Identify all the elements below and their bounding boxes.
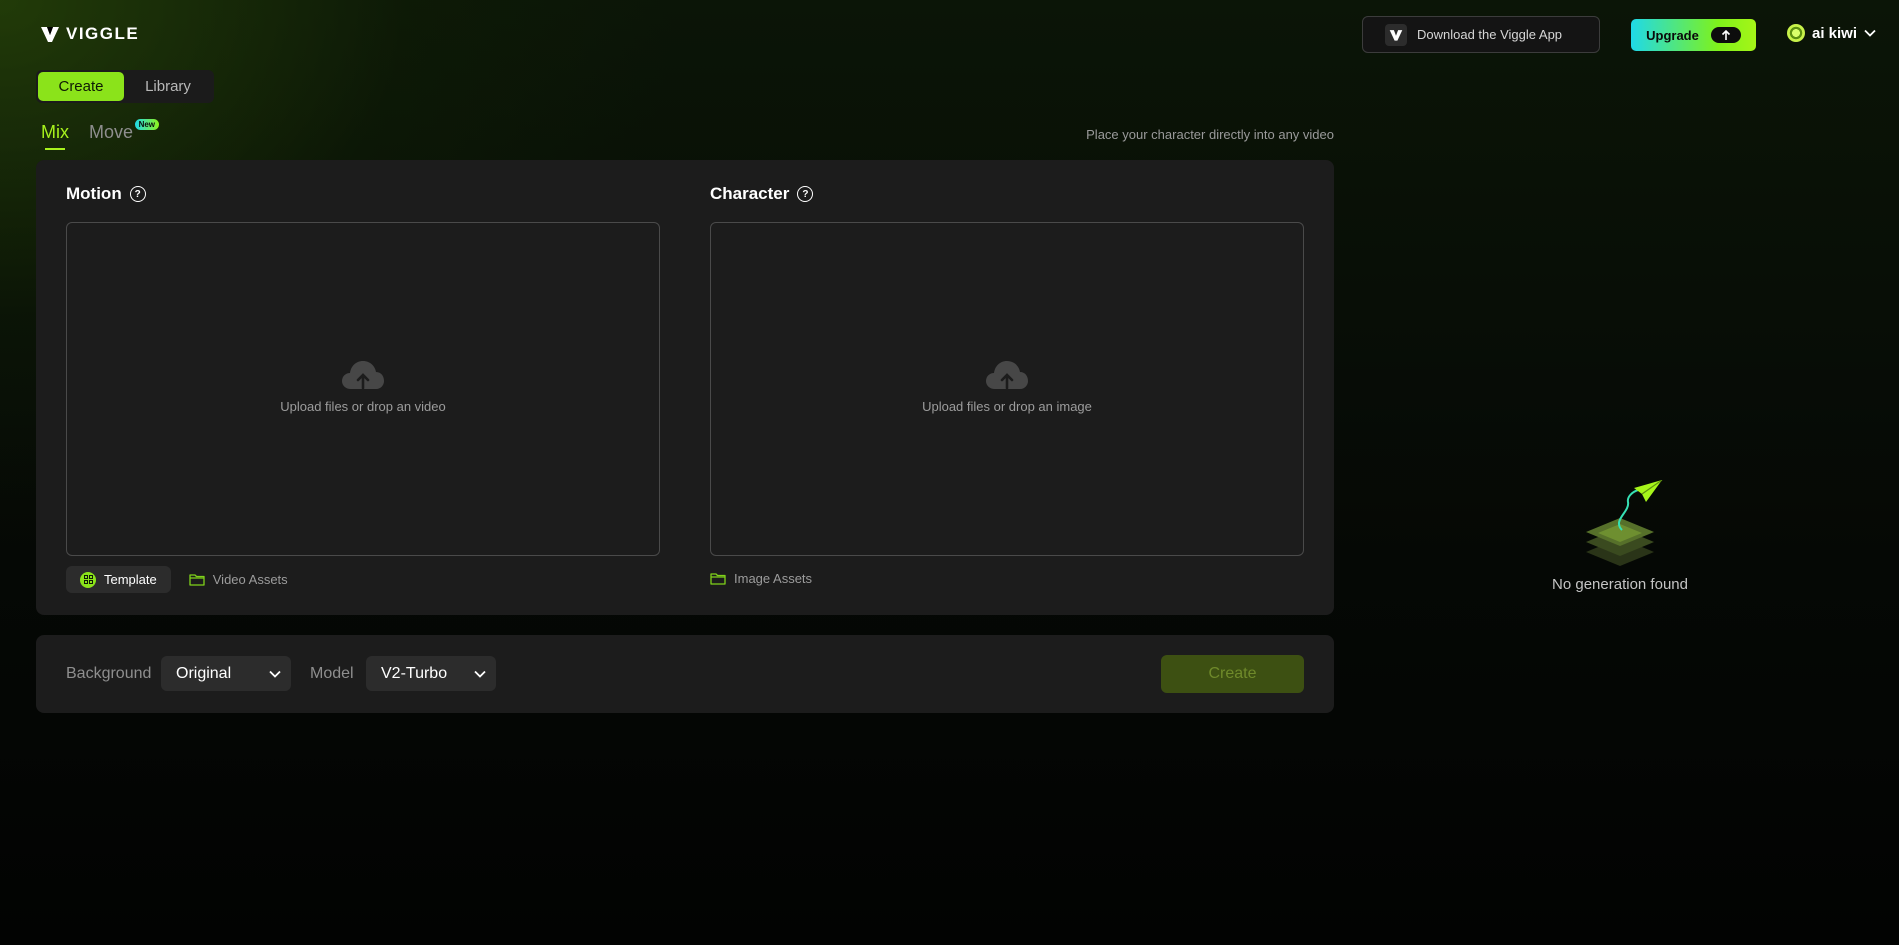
empty-state-text: No generation found <box>1552 576 1688 593</box>
character-assets-row: Image Assets <box>710 571 812 586</box>
chevron-down-icon <box>474 670 486 678</box>
template-label: Template <box>104 572 157 587</box>
motion-assets-row: Template Video Assets <box>66 566 288 593</box>
tab-create[interactable]: Create <box>38 72 124 101</box>
tab-move[interactable]: Move New <box>89 119 160 143</box>
empty-generations: No generation found <box>1530 480 1710 593</box>
download-app-label: Download the Viggle App <box>1417 27 1563 42</box>
viggle-app-icon <box>1385 23 1407 46</box>
model-label: Model <box>310 665 354 682</box>
mode-description: Place your character directly into any v… <box>1086 127 1334 142</box>
upgrade-label: Upgrade <box>1646 27 1699 43</box>
tab-move-label: Move <box>89 122 134 142</box>
mode-tabs: Mix Move New <box>41 119 160 150</box>
tab-mix-label: Mix <box>41 122 69 142</box>
create-button[interactable]: Create <box>1161 655 1304 693</box>
cloud-upload-icon <box>342 361 384 390</box>
cloud-upload-icon <box>986 361 1028 390</box>
character-upload-dropzone[interactable]: Upload files or drop an image <box>710 222 1304 556</box>
generation-settings-bar: Background Original Model V2-Turbo Creat… <box>36 635 1334 713</box>
background-select[interactable]: Original <box>161 656 291 691</box>
create-library-toggle: Create Library <box>36 70 214 103</box>
video-assets-link[interactable]: Video Assets <box>189 572 288 587</box>
brand-name: VIGGLE <box>66 24 140 43</box>
background-label: Background <box>66 665 152 682</box>
upload-panel: Motion ? Character ? Upload files or dro… <box>36 160 1334 615</box>
arrow-up-icon <box>1710 27 1741 43</box>
viggle-logo-icon <box>41 27 59 42</box>
paper-plane-stack-icon <box>1586 480 1663 566</box>
video-assets-label: Video Assets <box>212 572 288 587</box>
tab-library[interactable]: Library <box>124 72 212 101</box>
character-title: Character ? <box>710 184 814 204</box>
character-upload-text: Upload files or drop an image <box>922 399 1092 414</box>
template-icon <box>80 571 96 588</box>
avatar <box>1787 24 1805 42</box>
background-value: Original <box>176 664 232 682</box>
motion-title-text: Motion <box>66 184 122 203</box>
tab-mix[interactable]: Mix <box>41 122 69 150</box>
motion-title: Motion ? <box>66 184 146 204</box>
folder-icon <box>710 573 726 585</box>
chevron-down-icon <box>1864 29 1876 37</box>
motion-upload-dropzone[interactable]: Upload files or drop an video <box>66 222 660 556</box>
upgrade-button[interactable]: Upgrade <box>1631 19 1756 51</box>
image-assets-link[interactable]: Image Assets <box>710 571 812 586</box>
new-badge: New <box>134 119 160 130</box>
username: ai kiwi <box>1812 24 1858 42</box>
chevron-down-icon <box>269 670 281 678</box>
image-assets-label: Image Assets <box>734 571 813 586</box>
folder-icon <box>189 574 205 586</box>
download-app-button[interactable]: Download the Viggle App <box>1362 16 1600 53</box>
model-value: V2-Turbo <box>381 664 448 682</box>
help-icon[interactable]: ? <box>797 186 814 202</box>
help-icon[interactable]: ? <box>129 186 146 202</box>
viggle-logo[interactable]: VIGGLE <box>40 24 139 44</box>
character-title-text: Character <box>710 184 790 203</box>
model-select[interactable]: V2-Turbo <box>366 656 496 691</box>
user-menu[interactable]: ai kiwi <box>1787 24 1876 42</box>
template-button[interactable]: Template <box>66 566 171 593</box>
motion-upload-text: Upload files or drop an video <box>280 399 446 414</box>
